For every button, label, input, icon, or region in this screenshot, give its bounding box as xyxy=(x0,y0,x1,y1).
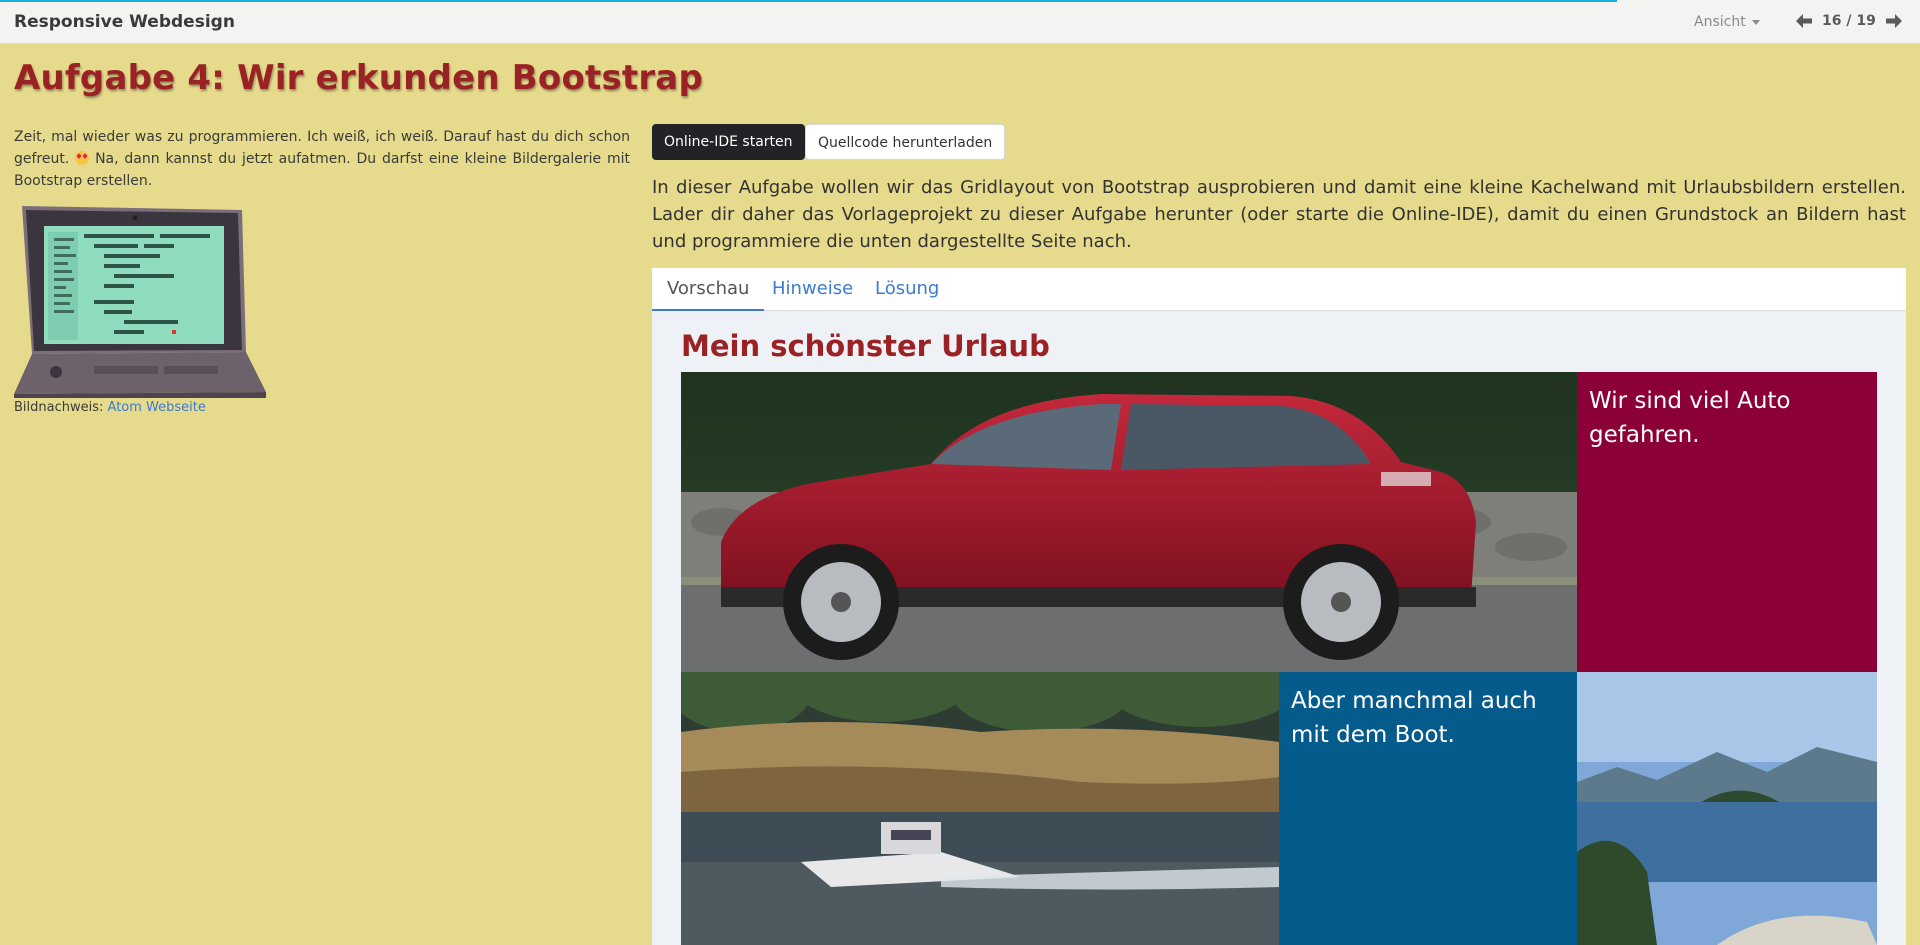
preview-heading: Mein schönster Urlaub xyxy=(681,329,1050,363)
intro-text: Zeit, mal wieder was zu programmieren. I… xyxy=(14,126,630,192)
content-tabs: Vorschau Hinweise Lösung xyxy=(652,268,1906,311)
red-suv-photo xyxy=(681,372,1577,672)
reading-progress-bar xyxy=(0,0,1617,2)
car-caption-tile: Wir sind viel Auto gefah­ren. xyxy=(1577,372,1877,672)
lake-islands-photo xyxy=(1577,672,1877,945)
top-navbar: Responsive Webdesign Ansicht 16 / 19 xyxy=(0,0,1920,44)
credit-label: Bildnachweis: xyxy=(14,400,104,415)
arrow-right-icon[interactable] xyxy=(1885,14,1902,28)
arrow-left-icon[interactable] xyxy=(1796,14,1812,28)
view-dropdown-label: Ansicht xyxy=(1694,14,1746,30)
page-title: Aufgabe 4: Wir erkunden Bootstrap xyxy=(14,58,703,98)
car-caption-text: Wir sind viel Auto gefah­ren. xyxy=(1589,388,1791,448)
caret-down-icon xyxy=(1751,19,1760,25)
slide-pager: 16 / 19 xyxy=(1796,13,1902,29)
start-ide-button[interactable]: Online-IDE starten xyxy=(652,124,805,160)
tab-hinweise[interactable]: Hinweise xyxy=(757,268,868,311)
page-counter: 16 / 19 xyxy=(1822,13,1876,29)
intro-text-part2: Na, dann kannst du jetzt aufatmen. Du da… xyxy=(14,151,631,189)
brand-title[interactable]: Responsive Webdesign xyxy=(14,12,235,32)
image-credit: Bildnachweis: Atom Webseite xyxy=(14,400,206,415)
download-source-button[interactable]: Quellcode herunterladen xyxy=(805,124,1006,160)
boat-caption-text: Aber manchmal auch mit dem Boot. xyxy=(1291,688,1537,748)
credit-link[interactable]: Atom Webseite xyxy=(108,400,206,415)
preview-panel: Mein schönster Urlaub Wir sind viel Auto… xyxy=(652,311,1906,945)
motorboat-photo xyxy=(681,672,1279,945)
heart-eyes-emoji-icon xyxy=(75,151,90,165)
view-dropdown[interactable]: Ansicht xyxy=(1694,14,1760,30)
task-description: In dieser Aufgabe wollen wir das Gridlay… xyxy=(652,177,1906,252)
boat-caption-tile: Aber manchmal auch mit dem Boot. xyxy=(1279,672,1577,945)
laptop-illustration xyxy=(14,204,268,398)
tab-vorschau[interactable]: Vorschau xyxy=(652,268,765,311)
tab-loesung[interactable]: Lösung xyxy=(860,268,954,311)
